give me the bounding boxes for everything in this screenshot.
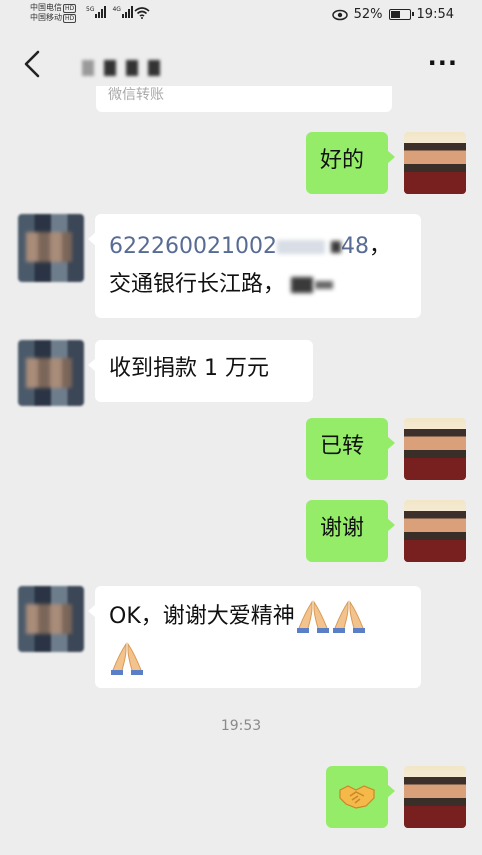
my-avatar[interactable] — [404, 500, 466, 562]
status-time: 19:54 — [416, 7, 454, 22]
battery-level — [390, 11, 400, 18]
hd-badge: HD — [63, 14, 77, 23]
hd-badge: HD — [63, 4, 77, 13]
message-text: OK，谢谢大爱精神 — [109, 604, 295, 629]
network-type-2: 4G — [112, 6, 121, 13]
my-avatar[interactable] — [404, 418, 466, 480]
battery-icon — [388, 9, 414, 20]
redacted-text — [315, 281, 334, 289]
eye-icon — [331, 9, 348, 20]
status-bar: 中国电信 HD 中国移动 HD 5G 4G 52% 19:54 — [0, 0, 482, 30]
carrier-1: 中国电信 — [30, 3, 62, 12]
signal-icon: 5G 4G — [86, 6, 133, 18]
message-bubble-received[interactable]: 622260021002 48， 交通银行长江路， — [88, 214, 421, 318]
previous-message-bubble[interactable]: 微信转账 — [96, 86, 392, 112]
previous-message-text: 微信转账 — [108, 87, 164, 103]
message-bubble-received[interactable]: 收到捐款 1 万元 — [88, 340, 313, 402]
message-text: 谢谢 — [320, 516, 365, 541]
redacted-digits — [330, 241, 341, 253]
message-bubble-received[interactable]: OK，谢谢大爱精神 — [88, 586, 421, 688]
wifi-icon — [134, 7, 150, 19]
contact-avatar[interactable] — [18, 340, 84, 406]
account-number-link[interactable]: 622260021002 — [109, 234, 277, 259]
message-text: 好的 — [320, 148, 365, 173]
praying-hands-icon — [332, 600, 365, 633]
praying-hands-icon — [296, 600, 329, 633]
account-number-end[interactable]: 48 — [341, 234, 369, 259]
contact-avatar[interactable] — [18, 586, 84, 652]
comma: ， — [368, 234, 391, 259]
redacted-digits — [276, 240, 325, 254]
message-bubble-sent[interactable]: 好的 — [306, 132, 395, 194]
chat-title-redacted — [82, 60, 160, 76]
message-bubble-sent[interactable]: 谢谢 — [306, 500, 395, 562]
handshake-icon — [339, 785, 375, 809]
redacted-text — [291, 277, 314, 293]
message-timestamp: 19:53 — [220, 718, 262, 734]
praying-hands-icon — [111, 642, 143, 675]
my-avatar[interactable] — [404, 766, 466, 828]
contact-avatar[interactable] — [18, 214, 84, 282]
chevron-left-icon[interactable] — [18, 46, 48, 82]
message-bubble-sent[interactable] — [326, 766, 395, 828]
bank-name-text: 交通银行长江路， — [109, 272, 286, 297]
more-options-button[interactable]: ··· — [428, 51, 458, 75]
my-avatar[interactable] — [404, 132, 466, 194]
message-bubble-sent[interactable]: 已转 — [306, 418, 395, 480]
carrier-2: 中国移动 — [30, 13, 62, 22]
network-type-1: 5G — [86, 6, 95, 13]
battery-percent: 52% — [353, 7, 383, 22]
carrier-info: 中国电信 HD 中国移动 HD — [30, 3, 77, 23]
message-text: 已转 — [320, 434, 365, 459]
message-text: 收到捐款 1 万元 — [109, 356, 269, 381]
bank-line: 交通银行长江路， — [109, 266, 421, 304]
account-number-line: 622260021002 48， — [109, 228, 421, 266]
